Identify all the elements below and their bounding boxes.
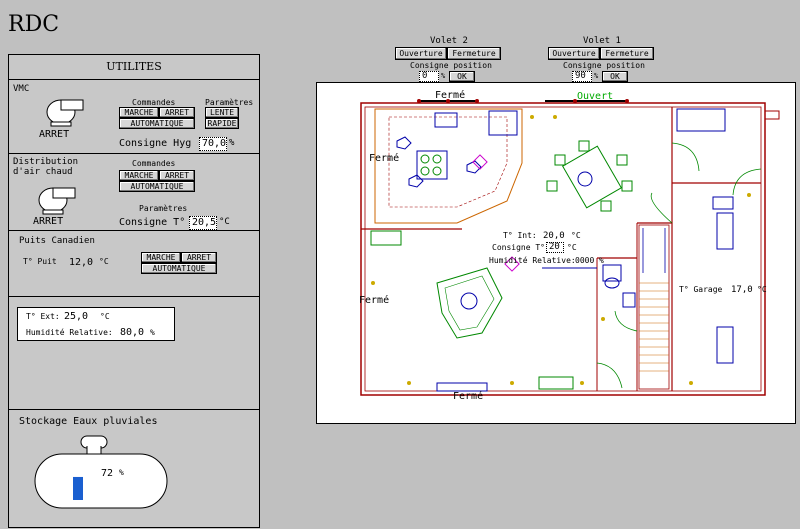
volet-1-controls: Volet 1 Ouverture Fermeture Consigne pos… [548,36,658,82]
puits-temp-label: T° Puit [23,257,57,266]
vmc-rapide-button[interactable]: RAPIDE [205,118,239,129]
puits-label: Puits Canadien [19,236,95,246]
ext-temp-value: 25,0 [64,311,89,322]
volet-2-unit: % [441,72,446,80]
puits-temp-value: 12,0 [69,257,94,268]
int-temp-label: T° Int: [503,231,537,240]
air-arret-button[interactable]: ARRET [159,170,195,181]
air-state: ARRET [33,216,64,227]
ext-hum-unit: % [150,328,155,337]
vmc-consigne-unit: % [229,138,235,148]
vmc-consigne-input[interactable]: 70,0 [199,137,227,151]
puits-automatique-button[interactable]: AUTOMATIQUE [141,263,217,274]
vmc-marche-button[interactable]: MARCHE [119,107,159,118]
utilities-panel: UTILITES VMC ARRET Commandes Paramètres … [8,54,260,528]
air-consigne-unit: °C [219,217,230,227]
int-consigne-label: Consigne T°: [492,243,550,252]
air-commandes-label: Commandes [132,159,176,168]
tank-level-fill [73,476,83,500]
air-consigne-input[interactable]: 20,5 [189,216,217,230]
fan-icon [46,99,84,127]
volet-2-controls: Volet 2 Ouverture Fermeture Consigne pos… [395,36,505,82]
ext-hum-value: 80,0 [120,327,145,338]
vmc-automatique-button[interactable]: AUTOMATIQUE [119,118,195,129]
air-marche-button[interactable]: MARCHE [119,170,159,181]
puits-marche-button[interactable]: MARCHE [141,252,181,263]
int-temp-value: 20,0 [543,231,565,241]
air-label-2: d'air chaud [13,167,73,177]
ext-temp-label: T° Ext: [26,312,60,321]
floor-plan-drawing [360,99,780,396]
air-parametres-label: Paramètres [139,204,188,213]
volet-1-consigne-label: Consigne position [563,61,645,70]
air-label-1: Distribution [13,157,79,167]
kitchen-window-status: Fermé [369,153,400,164]
volet-1-title: Volet 1 [583,36,621,46]
vmc-section: VMC ARRET Commandes Paramètres MARCHE AR… [9,79,259,154]
volet-1-ok-button[interactable]: OK [602,71,628,82]
exterior-readout: T° Ext: 25,0 °C Humidité Relative: 80,0 … [17,307,175,341]
vmc-parametres-label: Paramètres [205,98,254,107]
vmc-commandes-label: Commandes [132,98,176,107]
vmc-state: ARRET [39,129,70,140]
floor-plan: Fermé Ouvert Fermé Fermé Fermé T° Int: 2… [316,82,796,424]
bottom-window-status: Fermé [453,391,484,402]
air-section: Distribution d'air chaud ARRET Commandes… [9,153,259,231]
int-hum-value: 0000 [575,256,595,265]
fan-icon [38,187,76,215]
stockage-section: Stockage Eaux pluviales 72 % [9,409,259,527]
air-consigne-label: Consigne T° [119,217,186,228]
garage-temp-label: T° Garage [679,285,723,294]
vmc-lente-button[interactable]: LENTE [205,107,239,118]
page-title: RDC [8,12,60,37]
volet-2-consigne-label: Consigne position [410,61,492,70]
garage-temp-unit: °C [757,285,767,294]
vmc-arret-button[interactable]: ARRET [159,107,195,118]
air-automatique-button[interactable]: AUTOMATIQUE [119,181,195,192]
volet-2-position-input[interactable]: 0 [419,71,439,82]
volet-2-ok-button[interactable]: OK [449,71,475,82]
ext-temp-unit: °C [100,312,110,321]
stockage-label: Stockage Eaux pluviales [19,416,158,427]
vmc-consigne-label: Consigne Hyg [119,138,192,149]
living-window-status: Fermé [359,295,390,306]
vmc-label: VMC [13,84,30,94]
volet-1-position-input[interactable]: 90 [572,71,592,82]
volet-2-title: Volet 2 [430,36,468,46]
puits-section: Puits Canadien T° Puit 12,0 °C MARCHE AR… [9,230,259,297]
stockage-level-unit: % [119,468,124,477]
volet-1-unit: % [594,72,599,80]
puits-arret-button[interactable]: ARRET [181,252,217,263]
int-temp-unit: °C [571,231,581,240]
shutter-2-status: Fermé [435,90,466,101]
volet-1-ouverture-button[interactable]: Ouverture [548,47,600,60]
ext-hum-label: Humidité Relative: [26,328,113,337]
int-consigne-unit: °C [567,243,577,252]
int-hum-label: Humidité Relative: [489,256,576,265]
int-consigne-input[interactable]: 20 [546,242,564,253]
utilities-header: UTILITES [9,55,259,80]
int-hum-unit: % [599,256,604,265]
volet-2-fermeture-button[interactable]: Fermeture [447,47,501,60]
garage-temp-value: 17,0 [731,285,753,295]
shutter-1-status: Ouvert [577,91,614,102]
volet-1-fermeture-button[interactable]: Fermeture [600,47,654,60]
puits-temp-unit: °C [99,257,109,266]
volet-2-ouverture-button[interactable]: Ouverture [395,47,447,60]
stockage-level-value: 72 [101,468,114,479]
exterior-section: T° Ext: 25,0 °C Humidité Relative: 80,0 … [9,296,259,410]
